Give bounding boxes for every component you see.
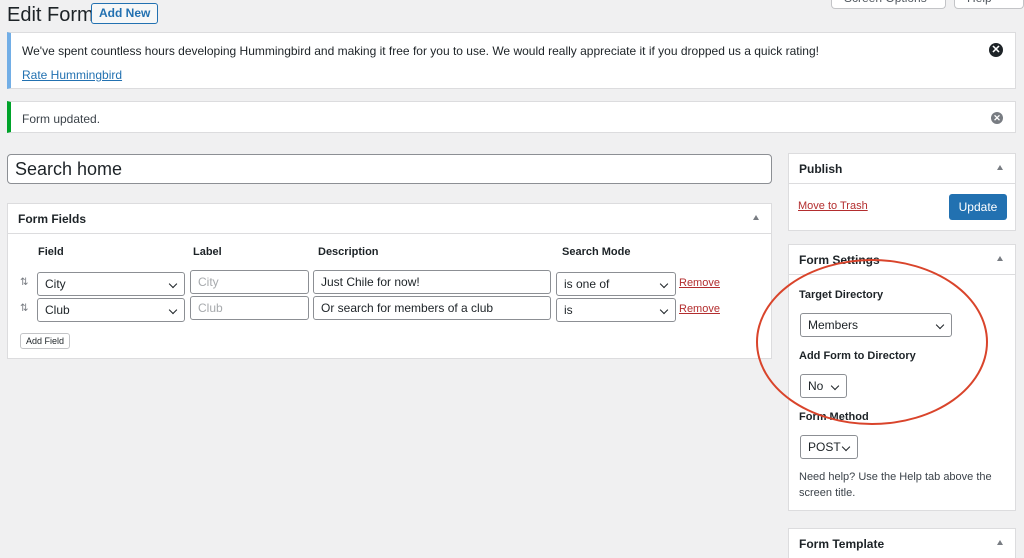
dismiss-icon[interactable]: ✕ <box>991 112 1003 124</box>
chevron-down-icon <box>168 305 178 315</box>
field-select[interactable]: City <box>37 272 185 296</box>
form-template-box: Form Template <box>788 528 1016 558</box>
label-input[interactable]: Club <box>190 296 309 320</box>
move-to-trash-link[interactable]: Move to Trash <box>798 200 868 212</box>
field-select[interactable]: Club <box>37 298 185 322</box>
chevron-down-icon <box>830 381 840 391</box>
page-title: Edit Form <box>7 4 94 26</box>
drag-handle-icon[interactable]: ⇅ <box>20 303 28 314</box>
form-method-select[interactable]: POST <box>800 435 858 459</box>
form-title-input[interactable]: Search home <box>7 154 772 184</box>
chevron-down-icon <box>841 442 851 452</box>
help-tab[interactable]: Help <box>954 0 1024 9</box>
rate-hummingbird-link[interactable]: Rate Hummingbird <box>22 68 122 82</box>
chevron-down-icon <box>935 320 945 330</box>
drag-handle-icon[interactable]: ⇅ <box>20 277 28 288</box>
search-mode-select[interactable]: is <box>556 298 676 322</box>
add-field-button[interactable]: Add Field <box>20 333 71 349</box>
publish-header[interactable]: Publish <box>789 154 1015 184</box>
column-header-search-mode: Search Mode <box>562 246 631 258</box>
column-header-field: Field <box>38 246 64 258</box>
add-form-to-directory-select[interactable]: No <box>800 374 847 398</box>
column-header-label: Label <box>193 246 222 258</box>
description-input[interactable]: Just Chile for now! <box>313 270 551 294</box>
form-settings-title: Form Settings <box>799 252 880 267</box>
column-header-description: Description <box>318 246 379 258</box>
rating-notice-text: We've spent countless hours developing H… <box>22 44 819 58</box>
search-mode-value: is <box>564 303 573 317</box>
form-fields-title: Form Fields <box>18 211 87 226</box>
target-directory-select[interactable]: Members <box>800 313 952 337</box>
field-select-value: Club <box>45 303 70 317</box>
add-new-button[interactable]: Add New <box>91 3 159 24</box>
form-updated-notice: Form updated. ✕ <box>7 101 1016 133</box>
label-input[interactable]: City <box>190 270 309 294</box>
form-settings-header[interactable]: Form Settings <box>789 245 1015 275</box>
form-updated-text: Form updated. <box>22 112 101 126</box>
search-mode-value: is one of <box>564 277 610 291</box>
form-template-header[interactable]: Form Template <box>789 529 1015 558</box>
chevron-down-icon <box>168 279 178 289</box>
toggle-arrow-icon[interactable] <box>997 256 1003 261</box>
target-directory-label: Target Directory <box>799 289 884 301</box>
field-select-value: City <box>45 277 66 291</box>
screen-options-tab[interactable]: Screen Options <box>831 0 946 9</box>
form-settings-box: Form Settings Target Directory Members A… <box>788 244 1016 511</box>
remove-field-link[interactable]: Remove <box>679 303 720 315</box>
help-text: Need help? Use the Help tab above the sc… <box>799 471 992 499</box>
chevron-down-icon <box>659 279 669 289</box>
form-fields-box: Form Fields Field Label Description Sear… <box>7 203 772 359</box>
rating-notice: We've spent countless hours developing H… <box>7 32 1016 89</box>
publish-title: Publish <box>799 161 843 176</box>
form-fields-header[interactable]: Form Fields <box>8 204 771 234</box>
form-method-value: POST <box>808 440 841 454</box>
description-input[interactable]: Or search for members of a club <box>313 296 551 320</box>
update-button[interactable]: Update <box>949 194 1007 220</box>
search-mode-select[interactable]: is one of <box>556 272 676 296</box>
toggle-arrow-icon[interactable] <box>997 165 1003 170</box>
form-method-label: Form Method <box>799 411 869 423</box>
add-form-to-directory-value: No <box>808 379 824 393</box>
remove-field-link[interactable]: Remove <box>679 277 720 289</box>
form-template-title: Form Template <box>799 536 885 551</box>
toggle-arrow-icon[interactable] <box>753 215 759 220</box>
screen-meta-links: Screen Options Help <box>831 0 1024 9</box>
chevron-down-icon <box>659 305 669 315</box>
add-form-to-directory-label: Add Form to Directory <box>799 350 916 362</box>
toggle-arrow-icon[interactable] <box>997 540 1003 545</box>
publish-box: Publish Move to Trash Update <box>788 153 1016 231</box>
dismiss-icon[interactable]: ✕ <box>989 43 1003 57</box>
target-directory-value: Members <box>808 318 859 332</box>
